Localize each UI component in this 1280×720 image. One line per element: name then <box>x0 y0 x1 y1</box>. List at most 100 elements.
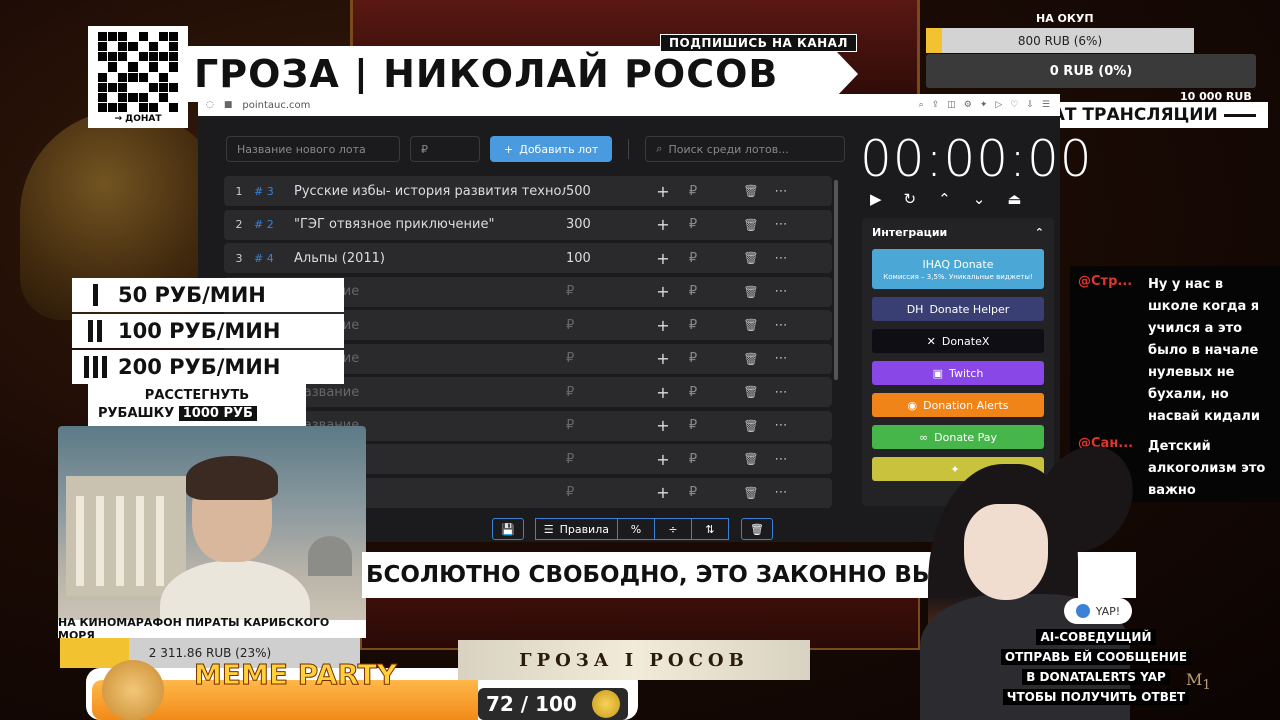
lot-name-input[interactable]: Название нового лота <box>226 136 400 162</box>
extension-icon[interactable]: ✦ <box>980 100 988 110</box>
add-amount-icon[interactable]: + <box>648 383 678 402</box>
ruble-icon[interactable]: ₽ <box>678 284 708 299</box>
ai-info-line: AI-СОВЕДУЩИЙ <box>1036 629 1156 645</box>
share-icon[interactable]: ⇪ <box>932 100 940 110</box>
reload-icon[interactable]: ◌ <box>206 100 214 110</box>
trash-icon[interactable]: 🗑 <box>736 218 766 232</box>
ruble-icon[interactable]: ₽ <box>678 485 708 500</box>
lot-name[interactable]: Название <box>294 385 566 400</box>
browser-address-bar[interactable]: ◌ ■ pointauc.com ⌕ ⇪ ◫ ⚙ ✦ ▷ ♡ ⇩ ☰ <box>198 94 1060 116</box>
lot-amount[interactable]: ₽ <box>566 351 636 366</box>
lot-row[interactable]: 3 # 4 Альпы (2011) 100 + ₽ 🗑 ⋯ <box>224 243 832 273</box>
reset-icon[interactable]: ↻ <box>904 190 917 208</box>
add-amount-icon[interactable]: + <box>648 349 678 368</box>
more-icon[interactable]: ⋯ <box>766 184 796 199</box>
more-icon[interactable]: ⋯ <box>766 385 796 400</box>
lot-amount[interactable]: ₽ <box>566 485 636 500</box>
rules-button[interactable]: ☰ Правила <box>534 518 618 540</box>
clear-button[interactable]: 🗑 <box>740 518 773 540</box>
percent-button[interactable]: % <box>616 518 655 540</box>
ruble-icon[interactable]: ₽ <box>678 385 708 400</box>
lot-row[interactable]: 2 # 2 "ГЭГ отвязное приключение" 300 + ₽ 🗑 ⋯ <box>224 209 832 240</box>
eject-icon[interactable]: ⏏ <box>1007 190 1021 208</box>
integration-button[interactable]: ◉ Donation Alerts <box>872 393 1044 417</box>
ruble-icon[interactable]: ₽ <box>678 351 708 366</box>
divide-button[interactable]: ÷ <box>653 518 692 540</box>
list-icon: ☰ <box>543 522 554 536</box>
lot-amount[interactable]: ₽ <box>566 284 636 299</box>
trash-icon[interactable]: 🗑 <box>736 285 766 299</box>
add-amount-icon[interactable]: + <box>648 215 678 234</box>
yap-label: YAP! <box>1095 604 1121 618</box>
lot-name[interactable]: Альпы (2011) <box>294 251 566 266</box>
lot-amount[interactable]: ₽ <box>566 452 636 467</box>
more-icon[interactable]: ⋯ <box>766 351 796 366</box>
integrations-header[interactable]: Интеграции ⌃ <box>872 226 1044 239</box>
menu-icon[interactable]: ☰ <box>1042 100 1050 110</box>
more-icon[interactable]: ⋯ <box>766 418 796 433</box>
lot-amount-input[interactable]: ₽ <box>410 136 480 162</box>
trash-icon[interactable]: 🗑 <box>736 318 766 332</box>
trash-icon[interactable]: 🗑 <box>736 352 766 366</box>
dash-decoration <box>1223 113 1256 117</box>
more-icon[interactable]: ⋯ <box>766 485 796 500</box>
trash-icon[interactable]: 🗑 <box>736 251 766 265</box>
lot-list-scrollbar[interactable] <box>834 180 838 380</box>
add-amount-icon[interactable]: + <box>648 249 678 268</box>
add-amount-icon[interactable]: + <box>648 416 678 435</box>
lot-tag: # 4 <box>254 251 274 265</box>
lot-amount[interactable]: ₽ <box>566 385 636 400</box>
add-amount-icon[interactable]: + <box>648 483 678 502</box>
integration-button[interactable]: DH Donate Helper <box>872 297 1044 321</box>
ruble-icon[interactable]: ₽ <box>678 452 708 467</box>
more-icon[interactable]: ⋯ <box>766 452 796 467</box>
lot-amount[interactable]: 100 <box>566 251 636 266</box>
add-lot-button[interactable]: + Добавить лот <box>490 136 613 162</box>
lot-name[interactable]: Русские избы- история развития технологи <box>294 184 566 199</box>
chat-username[interactable]: @Стр... <box>1078 274 1140 428</box>
more-icon[interactable]: ⋯ <box>766 318 796 333</box>
trash-icon[interactable]: 🗑 <box>736 452 766 466</box>
lot-amount[interactable]: ₽ <box>566 418 636 433</box>
trash-icon[interactable]: 🗑 <box>736 486 766 500</box>
qr-code-donate[interactable]: → ДОНАТ <box>88 26 188 128</box>
chevron-down-icon[interactable]: ⌄ <box>973 190 986 208</box>
integration-sub: Комиссия – 3,5%. Уникальные виджеты! <box>883 272 1033 281</box>
add-amount-icon[interactable]: + <box>648 282 678 301</box>
add-amount-icon[interactable]: + <box>648 316 678 335</box>
more-icon[interactable]: ⋯ <box>766 284 796 299</box>
lot-amount[interactable]: ₽ <box>566 318 636 333</box>
trash-icon[interactable]: 🗑 <box>736 419 766 433</box>
lot-search-input[interactable]: ⌕ Поиск среди лотов... <box>645 136 846 162</box>
more-icon[interactable]: ⋯ <box>766 217 796 232</box>
lot-amount[interactable]: 300 <box>566 217 636 232</box>
integration-button[interactable]: IHAQ Donate Комиссия – 3,5%. Уникальные в… <box>872 249 1044 289</box>
ruble-icon[interactable]: ₽ <box>678 251 708 266</box>
ruble-icon[interactable]: ₽ <box>678 418 708 433</box>
ruble-icon[interactable]: ₽ <box>678 184 708 199</box>
sort-button[interactable]: ⇅ <box>690 518 729 540</box>
trash-icon[interactable]: 🗑 <box>736 385 766 399</box>
settings-icon[interactable]: ⚙ <box>964 100 972 110</box>
camera-icon[interactable]: ◫ <box>947 100 956 110</box>
search-icon[interactable]: ⌕ <box>919 100 924 110</box>
add-amount-icon[interactable]: + <box>648 450 678 469</box>
play-icon[interactable]: ▷ <box>995 100 1002 110</box>
ai-cohost-info: AI-СОВЕДУЩИЙ ОТПРАВЬ ЕЙ СООБЩЕНИЕ В DONATA… <box>998 626 1194 706</box>
heart-icon[interactable]: ♡ <box>1010 100 1018 110</box>
chevron-up-icon[interactable]: ⌃ <box>938 190 951 208</box>
integration-button[interactable]: ▣ Twitch <box>872 361 1044 385</box>
integration-button[interactable]: ✕ DonateX <box>872 329 1044 353</box>
trash-icon[interactable]: 🗑 <box>736 184 766 198</box>
ruble-icon[interactable]: ₽ <box>678 217 708 232</box>
lot-amount[interactable]: 500 <box>566 184 636 199</box>
save-button[interactable]: 💾 <box>492 518 524 540</box>
add-amount-icon[interactable]: + <box>648 182 678 201</box>
ruble-icon[interactable]: ₽ <box>678 318 708 333</box>
browser-url[interactable]: pointauc.com <box>242 100 310 111</box>
download-icon[interactable]: ⇩ <box>1026 100 1034 110</box>
lot-row[interactable]: 1 # 3 Русские избы- история развития техно… <box>224 176 832 206</box>
lot-name[interactable]: "ГЭГ отвязное приключение" <box>294 217 566 232</box>
more-icon[interactable]: ⋯ <box>766 251 796 266</box>
play-icon[interactable]: ▶ <box>870 190 882 208</box>
